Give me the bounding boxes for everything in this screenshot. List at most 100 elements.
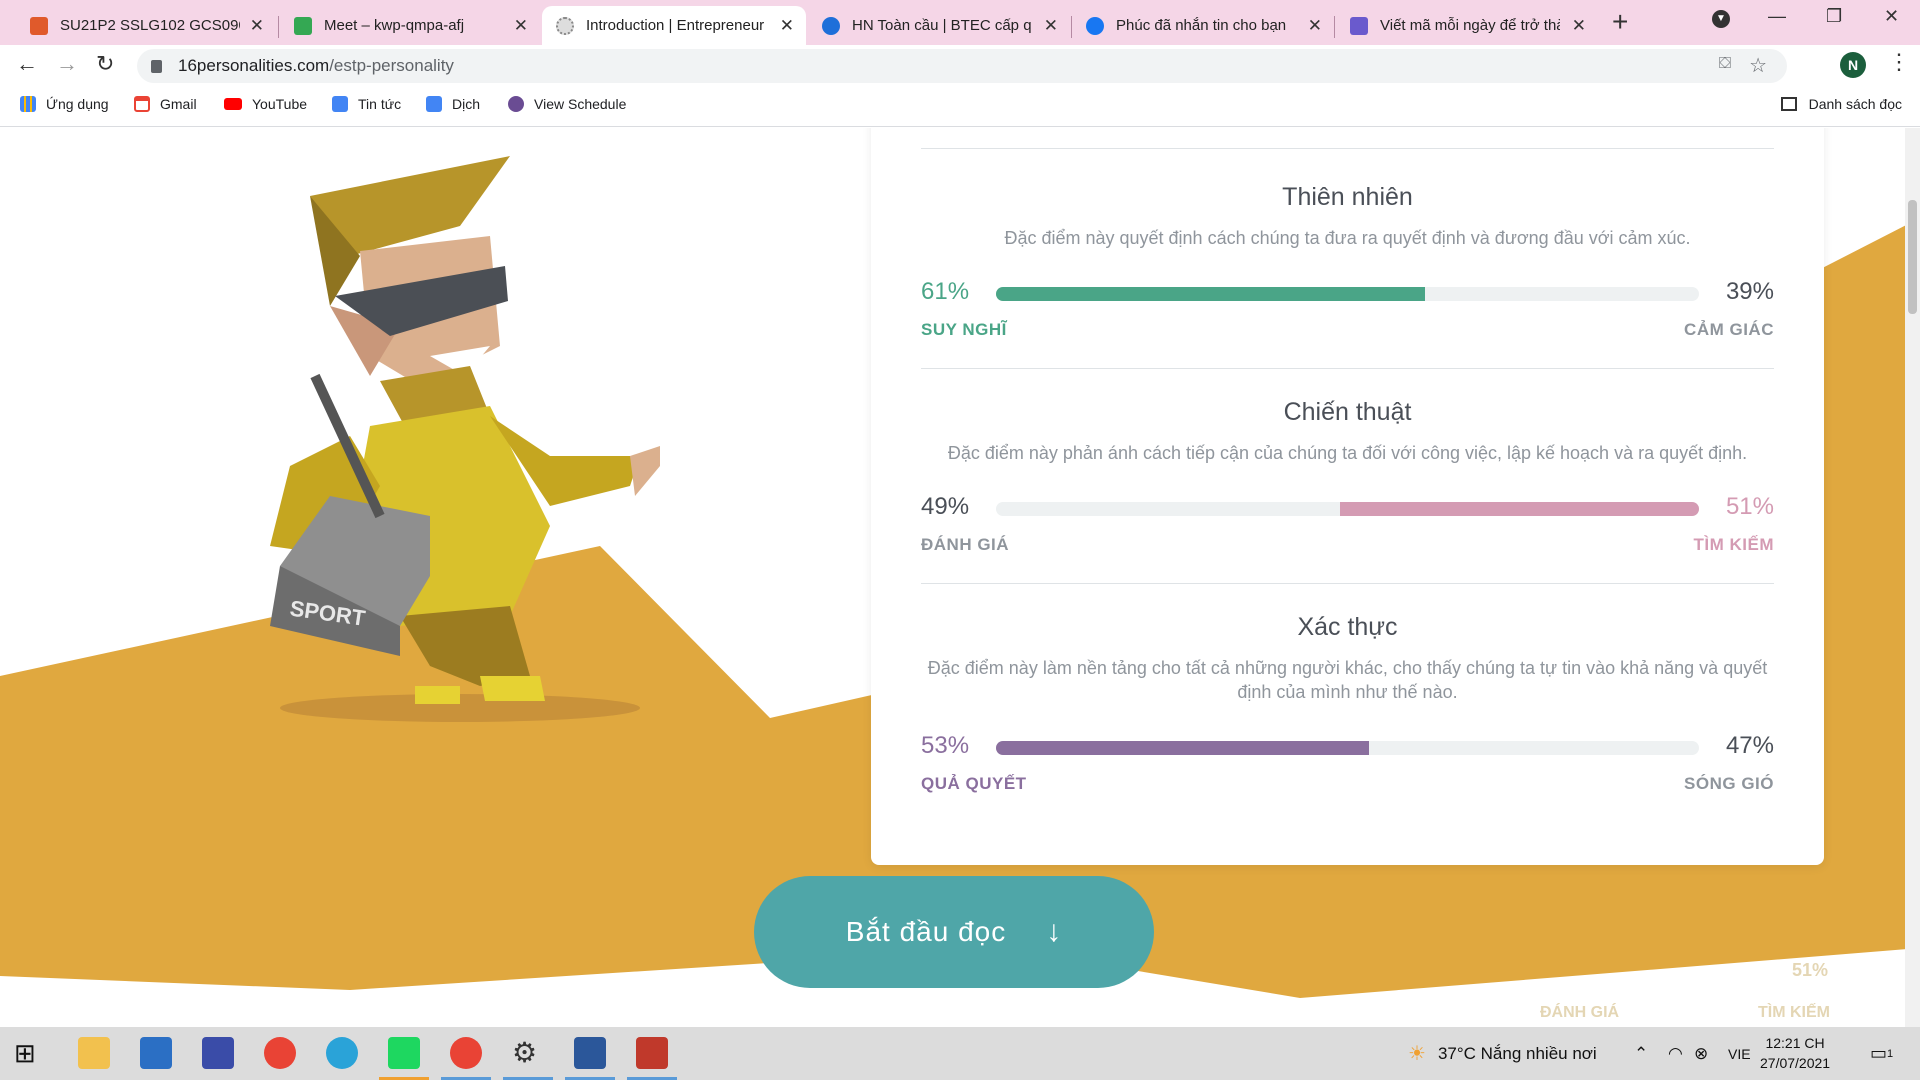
trait-description: Đặc điểm này làm nền tảng cho tất cả nhữ…	[927, 658, 1768, 702]
bookmark-view-schedule[interactable]: View Schedule	[508, 96, 626, 112]
trait-nature: Thiên nhiên Đặc điểm này quyết định cách…	[921, 183, 1774, 369]
trait-identity: Xác thực Đặc điểm này làm nền tảng cho t…	[921, 613, 1774, 798]
settings-icon[interactable]: ⚙	[512, 1037, 544, 1069]
close-icon[interactable]: ✕	[514, 16, 528, 36]
bookmark-star-icon[interactable]: ☆	[1749, 53, 1767, 78]
tab-introduction[interactable]: Introduction | Entrepreneur ✕	[542, 6, 806, 45]
restore-icon[interactable]: ❐	[1826, 6, 1842, 27]
trait-description: Đặc điểm này phản ánh cách tiếp cận của …	[947, 443, 1748, 463]
left-percent: 61%	[921, 278, 970, 305]
reload-icon[interactable]: ↻	[96, 51, 114, 77]
mail-icon[interactable]	[140, 1037, 172, 1069]
forward-icon[interactable]: →	[56, 51, 78, 77]
edge-icon[interactable]	[326, 1037, 358, 1069]
left-percent: 53%	[921, 732, 970, 759]
tab-search-icon[interactable]: ▼	[1712, 10, 1730, 28]
tab-meet[interactable]: Meet – kwp-qmpa-afj ✕	[280, 6, 540, 45]
close-icon[interactable]: ✕	[1308, 16, 1322, 36]
tab-title: Introduction | Entrepreneur	[586, 17, 765, 34]
gmail-icon	[134, 96, 150, 112]
tab-favicon-icon	[556, 16, 574, 35]
back-icon[interactable]: ←	[16, 51, 38, 77]
news-icon	[332, 96, 348, 112]
close-icon[interactable]: ✕	[250, 16, 264, 36]
tab-viet-ma[interactable]: Viết mã mỗi ngày để trở thành ✕	[1336, 6, 1598, 45]
right-percent: 39%	[1725, 278, 1774, 305]
tab-title: Meet – kwp-qmpa-afj	[324, 17, 465, 34]
spotify-icon[interactable]	[388, 1037, 420, 1069]
file-explorer-icon[interactable]	[78, 1037, 110, 1069]
lock-icon	[151, 59, 162, 73]
bookmarks-bar: Ứng dụng Gmail YouTube Tin tức Dịch View…	[0, 85, 1920, 127]
translate-icon	[426, 96, 442, 112]
tab-sslg[interactable]: SU21P2 SSLG102 GCS0905A ✕	[16, 6, 276, 45]
tab-favicon-icon	[294, 16, 312, 35]
right-label: TÌM KIẾM	[1693, 535, 1774, 554]
reading-list-icon	[1780, 97, 1797, 111]
wifi-icon[interactable]: ◠	[1668, 1027, 1683, 1080]
page-scrollbar[interactable]	[1905, 128, 1920, 1027]
right-label: CẢM GIÁC	[1684, 320, 1774, 339]
chrome-icon[interactable]	[264, 1037, 296, 1069]
chrome-profile-icon[interactable]	[450, 1037, 482, 1069]
windows-taskbar: ⊞ ⚙ ☀ 37°C Nắng nhiều nơi ⌃ ◠ ⊗ VIE 12:2…	[0, 1027, 1920, 1080]
trait-bar-fill	[1340, 502, 1699, 516]
arrow-down-icon: ↓	[1046, 915, 1063, 948]
trait-tactics: Chiến thuật Đặc điểm này phản ánh cách t…	[921, 398, 1774, 584]
address-bar[interactable]: 16personalities.com/estp-personality ⛋ ☆	[137, 49, 1787, 83]
start-reading-button[interactable]: Bắt đầu đọc ↓	[754, 876, 1154, 988]
bookmark-news[interactable]: Tin tức	[332, 96, 401, 112]
ghost-percent: 51%	[1792, 960, 1829, 980]
youtube-icon	[224, 98, 242, 110]
chrome-menu-icon[interactable]: ⋮	[1888, 49, 1910, 75]
left-percent: 49%	[921, 493, 970, 520]
notification-icon[interactable]: ▭ 1	[1870, 1027, 1893, 1080]
schedule-icon	[508, 96, 524, 112]
tab-favicon-icon	[822, 16, 840, 35]
weather-widget[interactable]: ☀ 37°C Nắng nhiều nơi	[1408, 1027, 1597, 1080]
trait-title: Xác thực	[1297, 613, 1398, 641]
ghost-label: TÌM KIẾM	[1758, 1004, 1830, 1021]
profile-avatar[interactable]: N	[1840, 52, 1866, 78]
trait-bar	[996, 502, 1699, 516]
left-label: QUẢ QUYẾT	[921, 774, 1027, 793]
window-close-icon[interactable]: ✕	[1884, 6, 1899, 27]
close-icon[interactable]: ✕	[1572, 16, 1586, 36]
taskbar-clock[interactable]: 12:21 CH 27/07/2021	[1760, 1033, 1830, 1073]
tab-title: Phúc đã nhắn tin cho bạn	[1116, 17, 1287, 34]
trait-description: Đặc điểm này quyết định cách chúng ta đư…	[1004, 228, 1691, 248]
translate-icon[interactable]: ⛋	[1719, 55, 1731, 73]
trait-title: Thiên nhiên	[1282, 183, 1413, 211]
estp-character-illustration: SPORT	[270, 156, 660, 722]
language-indicator[interactable]: VIE	[1728, 1027, 1751, 1080]
bookmark-gmail[interactable]: Gmail	[134, 96, 197, 112]
scrollbar-thumb[interactable]	[1908, 200, 1917, 314]
bookmark-translate[interactable]: Dịch	[426, 96, 480, 112]
trait-title: Chiến thuật	[1283, 398, 1412, 426]
volume-muted-icon[interactable]: ⊗	[1694, 1027, 1708, 1080]
tray-chevron-icon[interactable]: ⌃	[1634, 1027, 1648, 1080]
minimize-icon[interactable]: —	[1768, 6, 1786, 27]
bookmark-youtube[interactable]: YouTube	[224, 96, 307, 112]
tab-facebook[interactable]: Phúc đã nhắn tin cho bạn ✕	[1072, 6, 1334, 45]
new-tab-button[interactable]: +	[1612, 6, 1628, 38]
reading-list-button[interactable]: Danh sách đọc	[1780, 96, 1902, 112]
trait-bar	[996, 287, 1699, 301]
word-icon[interactable]	[574, 1037, 606, 1069]
tab-favicon-icon	[1350, 16, 1368, 35]
trait-card: Thiên nhiên Đặc điểm này quyết định cách…	[871, 128, 1824, 865]
bookmark-apps[interactable]: Ứng dụng	[20, 96, 109, 112]
browser-toolbar: ← → ↻ 16personalities.com/estp-personali…	[0, 45, 1920, 85]
close-icon[interactable]: ✕	[780, 16, 794, 36]
close-icon[interactable]: ✕	[1044, 16, 1058, 36]
tab-title: Viết mã mỗi ngày để trở thành	[1380, 17, 1560, 34]
trait-bar-fill	[996, 741, 1369, 755]
trait-bar-fill	[996, 287, 1425, 301]
right-percent: 47%	[1725, 732, 1774, 759]
right-percent: 51%	[1725, 493, 1774, 520]
app-icon-red[interactable]	[636, 1037, 668, 1069]
app-icon[interactable]	[202, 1037, 234, 1069]
tab-btec[interactable]: HN Toàn cầu | BTEC cấp quốc ✕	[808, 6, 1070, 45]
tab-title: HN Toàn cầu | BTEC cấp quốc	[852, 17, 1032, 34]
windows-start-icon[interactable]: ⊞	[14, 1037, 46, 1069]
